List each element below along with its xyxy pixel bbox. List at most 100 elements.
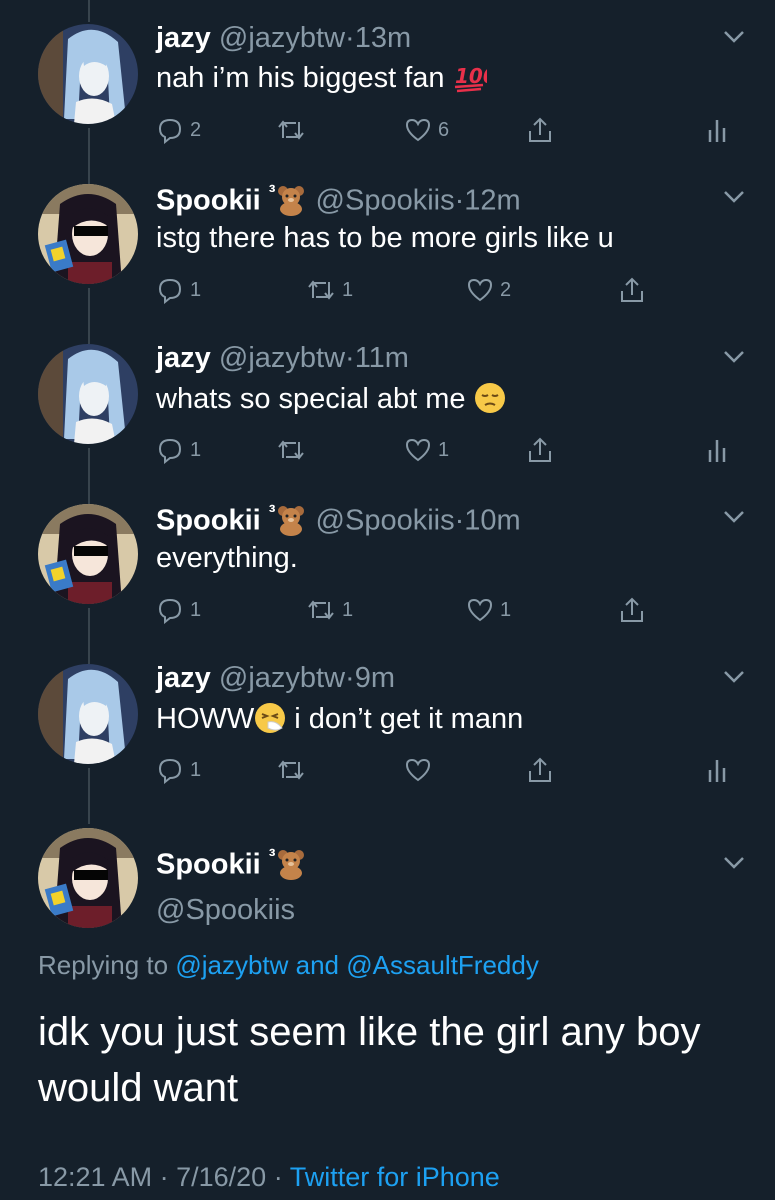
display-name[interactable]: jazy	[156, 662, 211, 694]
heart-icon	[467, 598, 493, 622]
avatar[interactable]	[38, 344, 138, 444]
analytics-icon	[708, 760, 726, 782]
reply-icon	[158, 758, 182, 784]
display-name[interactable]: Spookii	[156, 849, 261, 881]
like-button[interactable]: 1	[466, 594, 511, 626]
tweet-date[interactable]: 7/16/20	[176, 1162, 266, 1192]
share-icon	[529, 437, 551, 462]
retweet-button[interactable]	[276, 434, 312, 466]
share-button[interactable]	[618, 594, 646, 626]
display-name[interactable]: jazy	[156, 22, 211, 54]
chevron-down-icon[interactable]	[723, 190, 745, 204]
tweet-text: nah i’m his biggest fan 100	[156, 62, 496, 101]
heart-icon	[405, 758, 431, 782]
like-button[interactable]	[404, 754, 438, 786]
tweet[interactable]: jazy @jazybtw·13m nah i’m his biggest fa…	[0, 0, 775, 160]
reply-icon	[158, 598, 182, 624]
timestamp[interactable]: 11m	[355, 342, 409, 374]
like-count: 2	[500, 278, 512, 301]
analytics-button[interactable]	[706, 114, 730, 146]
separator-dot: ·	[345, 662, 355, 694]
reply-mention-link[interactable]: @AssaultFreddy	[346, 950, 539, 980]
like-button[interactable]: 1	[404, 434, 449, 466]
share-button[interactable]	[526, 434, 554, 466]
user-handle[interactable]: @jazybtw	[219, 342, 345, 374]
like-button[interactable]: 2	[466, 274, 511, 306]
retweet-button[interactable]	[276, 754, 312, 786]
like-button[interactable]: 6	[404, 114, 449, 146]
tweet-meta: 12:21 AM · 7/16/20 · Twitter for iPhone	[38, 1162, 500, 1193]
tweet-text-after: i don’t get it mann	[286, 703, 524, 735]
avatar[interactable]	[38, 184, 138, 284]
tweet-text-content: nah i’m his biggest fan	[156, 62, 445, 94]
tweet-text-before: HOWW	[156, 703, 255, 735]
chevron-down-icon[interactable]	[723, 350, 745, 364]
tweet[interactable]: jazy @jazybtw·11m whats so special abt m…	[0, 320, 775, 480]
timestamp[interactable]: 9m	[355, 662, 395, 694]
tweet-source-link[interactable]: Twitter for iPhone	[290, 1162, 500, 1192]
tweet[interactable]: jazy @jazybtw·9m HOWW i don’t get it man…	[0, 640, 775, 800]
analytics-icon	[708, 120, 726, 142]
heart-icon	[405, 438, 431, 462]
share-button[interactable]	[526, 114, 554, 146]
user-handle[interactable]: @Spookiis	[316, 185, 455, 217]
chevron-down-icon[interactable]	[723, 670, 745, 684]
analytics-button[interactable]	[706, 434, 730, 466]
replying-and: and	[295, 950, 340, 980]
timestamp[interactable]: 13m	[355, 22, 411, 54]
chevron-down-icon[interactable]	[723, 856, 745, 870]
display-name[interactable]: Spookii	[156, 185, 261, 217]
reply-button[interactable]: 1	[156, 594, 201, 626]
reply-icon	[158, 118, 182, 144]
avatar[interactable]	[38, 24, 138, 124]
share-button[interactable]	[618, 274, 646, 306]
tweet[interactable]: Spookii ³ @Spookiis·12m istg there has t…	[0, 160, 775, 320]
avatar[interactable]	[38, 828, 138, 928]
chevron-down-icon[interactable]	[723, 510, 745, 524]
display-name[interactable]: Spookii	[156, 505, 261, 537]
timestamp[interactable]: 10m	[464, 505, 520, 537]
retweet-icon	[278, 440, 304, 460]
teddy-bear-icon	[275, 184, 307, 224]
retweet-button[interactable]: 1	[306, 274, 353, 306]
tweet-text: everything.	[156, 542, 298, 575]
analytics-button[interactable]	[706, 754, 730, 786]
tweet-text: HOWW i don’t get it mann	[156, 702, 523, 742]
share-button[interactable]	[526, 754, 554, 786]
tweet-text: istg there has to be more girls like u	[156, 222, 614, 255]
reply-count: 1	[190, 598, 202, 621]
reply-button[interactable]: 1	[156, 274, 201, 306]
chevron-down-icon[interactable]	[723, 30, 745, 44]
separator-dot: ·	[273, 1162, 283, 1192]
badge-number: ³	[268, 502, 276, 524]
replying-to: Replying to @jazybtw and @AssaultFreddy	[38, 950, 539, 981]
retweet-button[interactable]: 1	[306, 594, 353, 626]
tweet[interactable]: Spookii ³ @Spookiis·10m everything. 1 1 …	[0, 480, 775, 640]
user-handle[interactable]: @jazybtw	[219, 22, 345, 54]
tweet-header: jazy @jazybtw·13m	[156, 22, 411, 55]
reply-button[interactable]: 2	[156, 114, 201, 146]
teddy-bear-icon	[275, 848, 307, 888]
display-name[interactable]: jazy	[156, 342, 211, 374]
reply-count: 1	[190, 438, 202, 461]
user-handle[interactable]: @Spookiis	[316, 505, 455, 537]
reply-icon	[158, 438, 182, 464]
retweet-icon	[278, 760, 304, 780]
retweet-count: 1	[342, 278, 354, 301]
user-handle[interactable]: @Spookiis	[156, 894, 307, 927]
separator-dot: ·	[345, 342, 355, 374]
reply-button[interactable]: 1	[156, 754, 201, 786]
tweet-time[interactable]: 12:21 AM	[38, 1162, 152, 1192]
tweet-actions: 1 1 1	[156, 594, 756, 626]
retweet-button[interactable]	[276, 114, 312, 146]
user-handle[interactable]: @jazybtw	[219, 662, 345, 694]
timestamp[interactable]: 12m	[464, 185, 520, 217]
retweet-icon	[278, 120, 304, 140]
tweet-actions: 1	[156, 754, 756, 786]
reply-mention-link[interactable]: @jazybtw	[175, 950, 288, 980]
replying-to-label: Replying to	[38, 950, 169, 980]
avatar[interactable]	[38, 664, 138, 764]
reply-button[interactable]: 1	[156, 434, 201, 466]
avatar[interactable]	[38, 504, 138, 604]
tweet-header: jazy @jazybtw·11m	[156, 342, 409, 375]
